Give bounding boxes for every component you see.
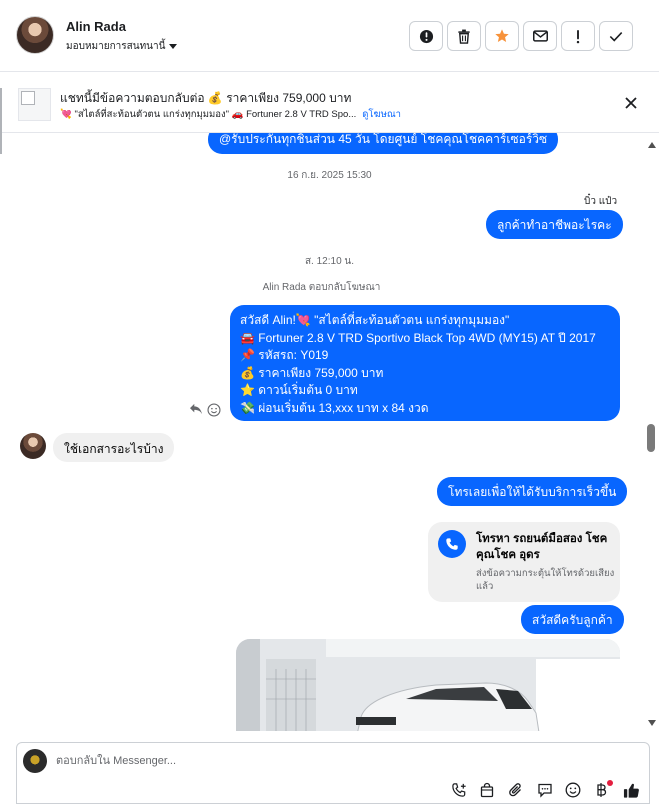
trash-icon: [458, 29, 470, 44]
car-photo-image: [236, 639, 620, 731]
outgoing-sender-name: บิ๋ว แป๋ว: [584, 196, 618, 207]
close-ad-bar-button[interactable]: [622, 94, 640, 112]
smiley-icon: [565, 782, 581, 798]
chat-bubble-icon: [538, 783, 552, 798]
star-button[interactable]: [485, 21, 519, 51]
ad-reply-message-bubble[interactable]: สวัสดี Alin!💘 "สไตล์ที่สะท้อนตัวตน แกร่ง…: [230, 305, 620, 421]
message-text: โทรเลยเพื่อให้ได้รับบริการเร็วขึ้น: [448, 485, 617, 499]
phone-plus-icon: [451, 782, 466, 797]
ad-context-title: แชทนี้มีข้อความตอบกลับต่อ 💰 ราคาเพียง 75…: [60, 91, 352, 105]
phone-icon: [438, 530, 466, 558]
call-card-title: โทรหา รถยนต์มือสอง โชคคุณโชค อุดร: [476, 533, 608, 561]
close-icon: [625, 97, 637, 109]
chevron-down-icon: [169, 44, 178, 49]
ad-reply-notice: Alin Rada ตอบกลับโฆษณา: [262, 282, 381, 293]
page-avatar: [23, 749, 47, 773]
emoji-button[interactable]: [563, 780, 583, 800]
call-card-subtitle: ส่งข้อความกระตุ้นให้โทรด้วยเสียงแล้ว: [476, 568, 615, 592]
alert-circle-icon: [419, 29, 433, 43]
assign-label: มอบหมายการสนทนานี้: [66, 41, 166, 52]
mark-unread-button[interactable]: [523, 21, 557, 51]
message-line: ⭐ ดาวน์เริ่มต้น 0 บาท: [240, 383, 358, 397]
outgoing-message-bubble[interactable]: ลูกค้าทำอาชีพอะไรคะ: [486, 210, 623, 239]
send-like-button[interactable]: [621, 780, 641, 800]
message-text: ลูกค้าทำอาชีพอะไรคะ: [497, 218, 612, 232]
view-ad-link[interactable]: ดูโฆษณา: [362, 109, 401, 120]
message-line: สวัสดี Alin!💘 "สไตล์ที่สะท้อนตัวตน แกร่ง…: [240, 313, 510, 327]
conversation-header: Alin Rada มอบหมายการสนทนานี้: [0, 0, 659, 72]
ad-thumbnail-image[interactable]: [18, 88, 51, 121]
incoming-message-bubble[interactable]: ใช้เอกสารอะไรบ้าง: [53, 433, 175, 462]
saved-replies-button[interactable]: [535, 780, 555, 800]
call-request-card[interactable]: โทรหา รถยนต์มือสอง โชคคุณโชค อุดร ส่งข้อ…: [428, 522, 620, 602]
assign-conversation-dropdown[interactable]: มอบหมายการสนทนานี้: [66, 39, 178, 54]
outgoing-message-bubble[interactable]: @รับประกันทุกชิ้นส่วน 45 วัน โดยศูนย์ โช…: [208, 133, 559, 154]
baht-icon: [597, 783, 607, 797]
star-icon: [495, 29, 509, 42]
ad-context-subtitle-text: 💘 "สไตล์ที่สะท้อนตัวตน แกร่งทุกมุมมอง" 🚗…: [60, 109, 357, 120]
contact-name[interactable]: Alin Rada: [66, 19, 126, 34]
message-line: 🚘 Fortuner 2.8 V TRD Sportivo Black Top …: [240, 330, 596, 345]
message-thread: @รับประกันทุกชิ้นส่วน 45 วัน โดยศูนย์ โช…: [0, 133, 659, 731]
message-text: ใช้เอกสารอะไรบ้าง: [64, 442, 164, 456]
exclamation-icon: [576, 29, 580, 43]
scroll-down-arrow-icon[interactable]: [648, 720, 656, 726]
shopping-bag-icon: [480, 782, 494, 798]
envelope-icon: [532, 30, 548, 42]
message-line: 💸 ผ่อนเริ่มต้น 13,xxx บาท x 84 งวด: [240, 400, 429, 415]
timestamp-divider: 16 ก.ย. 2025 15:30: [287, 170, 372, 181]
react-emoji-icon[interactable]: [207, 403, 221, 420]
ad-context-subtitle: 💘 "สไตล์ที่สะท้อนตัวตน แกร่งทุกมุมมอง" 🚗…: [60, 107, 401, 122]
report-spam-button[interactable]: [409, 21, 443, 51]
attach-button[interactable]: [506, 780, 526, 800]
contact-avatar-small[interactable]: [20, 433, 46, 459]
scrollbar-thumb[interactable]: [647, 424, 655, 452]
car-photo-attachment[interactable]: [236, 639, 620, 731]
outgoing-message-bubble[interactable]: สวัสดีครับลูกค้า: [521, 605, 624, 634]
outgoing-message-bubble[interactable]: โทรเลยเพื่อให้ได้รับบริการเร็วขึ้น: [437, 477, 628, 506]
reply-icon[interactable]: [189, 403, 203, 418]
contact-avatar[interactable]: [16, 16, 54, 54]
reply-input[interactable]: [56, 750, 616, 772]
delete-button[interactable]: [447, 21, 481, 51]
shop-button[interactable]: [477, 780, 497, 800]
check-icon: [609, 31, 623, 42]
scroll-up-arrow-icon[interactable]: [648, 142, 656, 148]
message-text: สวัสดีครับลูกค้า: [532, 613, 613, 627]
message-text: @รับประกันทุกชิ้นส่วน 45 วัน โดยศูนย์ โช…: [219, 133, 548, 146]
mark-done-button[interactable]: [599, 21, 633, 51]
message-line: 💰 ราคาเพียง 759,000 บาท: [240, 365, 384, 380]
follow-up-button[interactable]: [561, 21, 595, 51]
notification-dot: [607, 780, 613, 786]
paperclip-icon: [509, 783, 521, 797]
call-button[interactable]: [449, 780, 469, 800]
message-line: 📌 รหัสรถ: Y019: [240, 348, 329, 362]
thumbs-up-icon: [623, 783, 639, 798]
timestamp-divider: ส. 12:10 น.: [304, 256, 355, 267]
